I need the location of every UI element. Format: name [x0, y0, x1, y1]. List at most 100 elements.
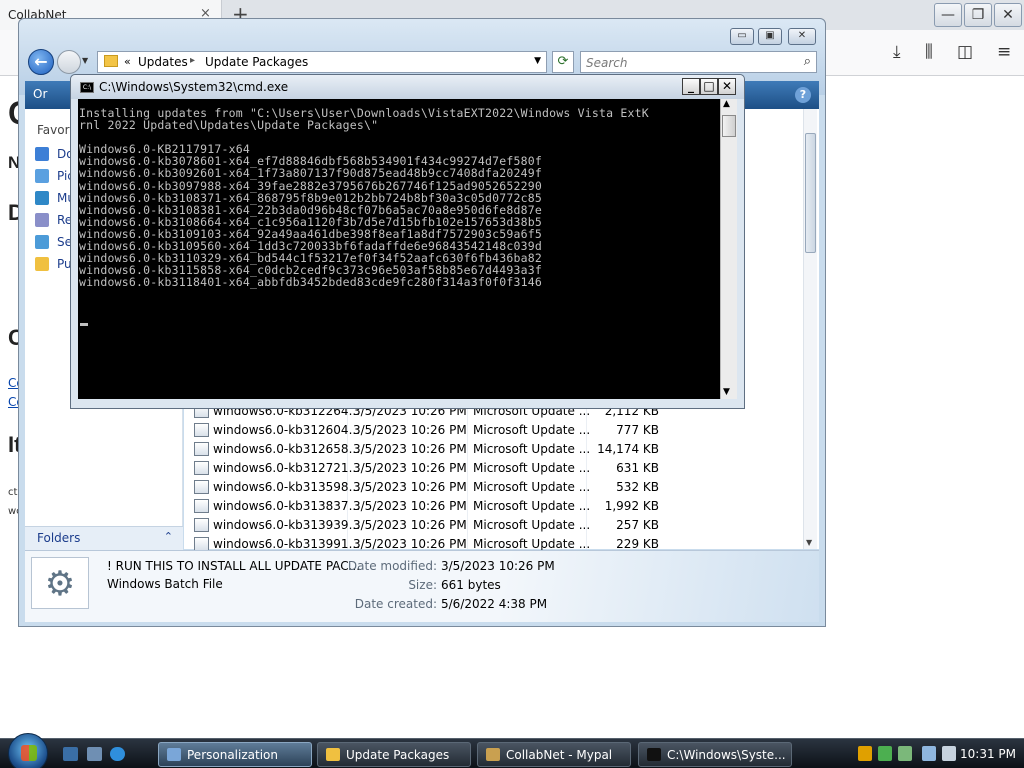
- file-name: windows6.0-kb312721...: [213, 461, 361, 475]
- update-file-icon: [194, 537, 209, 551]
- taskbar-button[interactable]: CollabNet - Mypal: [477, 742, 631, 767]
- breadcrumb-updates[interactable]: Updates: [138, 55, 188, 69]
- explorer-minimize-button[interactable]: ▭: [730, 28, 754, 45]
- scroll-up-arrow-icon[interactable]: ▲: [723, 99, 730, 109]
- update-file-icon: [194, 442, 209, 456]
- refresh-icon: ⟳: [557, 54, 569, 69]
- page-text-fragment: ct: [8, 487, 18, 498]
- file-name: windows6.0-kb313991...: [213, 537, 361, 551]
- search-input[interactable]: Search ⌕: [580, 51, 817, 73]
- menu-icon[interactable]: ≡: [997, 42, 1011, 62]
- clock[interactable]: 10:31 PM: [960, 747, 1016, 761]
- file-name: windows6.0-kb312658...: [213, 442, 361, 456]
- taskbar: Personalization Update Packages CollabNet …: [0, 733, 1024, 768]
- taskbar-button-label: Update Packages: [346, 748, 450, 762]
- cmd-minimize-button[interactable]: _: [682, 78, 700, 95]
- date-created-value: 5/6/2022 4:38 PM: [441, 597, 548, 611]
- file-date: 3/5/2023 10:26 PM: [353, 423, 467, 437]
- downloads-icon[interactable]: ⤓: [893, 42, 901, 62]
- favorite-link-icon: [35, 257, 49, 271]
- size-label: Size:: [408, 578, 437, 592]
- breadcrumb-separator[interactable]: ▸: [190, 55, 195, 66]
- taskbar-app-icon: [326, 748, 340, 761]
- taskbar-button-label: Personalization: [187, 748, 278, 762]
- file-row[interactable]: windows6.0-kb313598... 3/5/2023 10:26 PM M…: [194, 478, 664, 497]
- file-date: 3/5/2023 10:26 PM: [353, 518, 467, 532]
- update-file-icon: [194, 480, 209, 494]
- file-date: 3/5/2023 10:26 PM: [353, 499, 467, 513]
- folders-label: Folders: [37, 531, 81, 545]
- file-row[interactable]: windows6.0-kb312604... 3/5/2023 10:26 PM M…: [194, 421, 664, 440]
- cmd-console-output[interactable]: Installing updates from "C:\Users\User\D…: [78, 99, 720, 399]
- file-date: 3/5/2023 10:26 PM: [353, 537, 467, 551]
- taskbar-app-icon: [647, 748, 661, 761]
- breadcrumb-update-packages[interactable]: Update Packages: [205, 55, 308, 69]
- address-bar[interactable]: « Updates ▸ Update Packages ▼: [97, 51, 547, 73]
- cmd-title-bar[interactable]: C:\ C:\Windows\System32\cmd.exe _ □ ✕: [71, 75, 744, 99]
- close-browser-button[interactable]: ✕: [994, 3, 1022, 27]
- file-row[interactable]: windows6.0-kb312721... 3/5/2023 10:26 PM M…: [194, 459, 664, 478]
- date-created-label: Date created:: [354, 597, 437, 611]
- network-icon[interactable]: [922, 746, 936, 761]
- internet-explorer-icon[interactable]: [110, 747, 125, 761]
- explorer-maximize-button[interactable]: ▣: [758, 28, 782, 45]
- taskbar-button[interactable]: C:\Windows\Syste...: [638, 742, 792, 767]
- file-size: 257 KB: [616, 518, 659, 532]
- organize-button[interactable]: Or: [33, 87, 47, 101]
- cmd-close-button[interactable]: ✕: [718, 78, 736, 95]
- file-size: 1,992 KB: [604, 499, 659, 513]
- file-type: Microsoft Update ...: [473, 518, 591, 532]
- folders-toggle[interactable]: Folders ⌃: [25, 526, 183, 550]
- file-row[interactable]: windows6.0-kb313939... 3/5/2023 10:26 PM M…: [194, 516, 664, 535]
- restore-browser-button[interactable]: ❐: [964, 3, 992, 27]
- update-file-icon: [194, 423, 209, 437]
- taskbar-button-label: CollabNet - Mypal: [506, 748, 613, 762]
- back-button[interactable]: ←: [28, 49, 54, 75]
- windows-logo-icon: [21, 745, 37, 761]
- file-name: windows6.0-kb313939...: [213, 518, 361, 532]
- update-icon[interactable]: [878, 746, 892, 761]
- taskbar-app-icon: [167, 748, 181, 761]
- file-type: Microsoft Update ...: [473, 537, 591, 551]
- cmd-scrollbar[interactable]: ▲ ▼: [720, 99, 737, 399]
- batch-file-gear-icon: ⚙: [31, 557, 89, 609]
- scroll-down-arrow-icon[interactable]: ▼: [806, 538, 812, 547]
- scrollbar-thumb[interactable]: [722, 115, 736, 137]
- search-icon[interactable]: ⌕: [804, 54, 811, 69]
- sidebar-icon[interactable]: ◫: [957, 42, 973, 62]
- address-dropdown-icon[interactable]: ▼: [534, 56, 541, 66]
- scrollbar-thumb[interactable]: [805, 133, 816, 253]
- switch-windows-icon[interactable]: [87, 747, 102, 761]
- taskbar-button[interactable]: Update Packages: [317, 742, 471, 767]
- selected-file-name: ! RUN THIS TO INSTALL ALL UPDATE PAC...: [107, 559, 361, 573]
- favorite-link-icon: [35, 191, 49, 205]
- file-row[interactable]: windows6.0-kb313837... 3/5/2023 10:26 PM M…: [194, 497, 664, 516]
- file-row[interactable]: windows6.0-kb312658... 3/5/2023 10:26 PM M…: [194, 440, 664, 459]
- scroll-down-arrow-icon[interactable]: ▼: [723, 387, 730, 397]
- file-list-scrollbar[interactable]: ▼: [803, 109, 817, 549]
- date-modified-label: Date modified:: [347, 559, 437, 573]
- file-size: 14,174 KB: [597, 442, 659, 456]
- file-size: 229 KB: [616, 537, 659, 551]
- minimize-browser-button[interactable]: —: [934, 3, 962, 27]
- explorer-close-button[interactable]: ✕: [788, 28, 816, 45]
- favorite-link-icon: [35, 147, 49, 161]
- security-shield-icon[interactable]: [858, 746, 872, 761]
- date-modified-value: 3/5/2023 10:26 PM: [441, 559, 555, 573]
- tray-app-icon[interactable]: [898, 746, 912, 761]
- history-dropdown-icon[interactable]: ▼: [82, 56, 88, 65]
- show-desktop-icon[interactable]: [63, 747, 78, 761]
- refresh-button[interactable]: ⟳: [552, 51, 574, 73]
- cmd-window-title: C:\Windows\System32\cmd.exe: [99, 80, 289, 94]
- cmd-window: C:\ C:\Windows\System32\cmd.exe _ □ ✕ In…: [70, 74, 745, 409]
- start-button[interactable]: [8, 733, 48, 768]
- address-overflow-chevron[interactable]: «: [124, 55, 131, 68]
- library-icon[interactable]: ⫼: [925, 42, 933, 62]
- help-icon[interactable]: ?: [795, 87, 811, 103]
- volume-icon[interactable]: [942, 746, 956, 761]
- cmd-maximize-button[interactable]: □: [700, 78, 718, 95]
- favorite-link-icon: [35, 169, 49, 183]
- forward-button[interactable]: [57, 50, 81, 74]
- file-date: 3/5/2023 10:26 PM: [353, 442, 467, 456]
- taskbar-button[interactable]: Personalization: [158, 742, 312, 767]
